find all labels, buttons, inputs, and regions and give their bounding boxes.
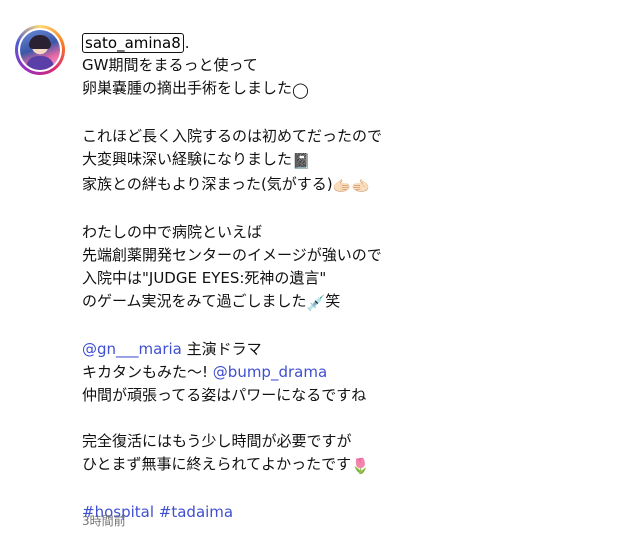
syringe-emoji: 💉 <box>306 294 326 312</box>
caption-line-text: 主演ドラマ <box>181 340 262 358</box>
circle-emoji: ◯ <box>292 81 309 99</box>
caption-line-text: 家族との絆もより深まった(気がする) <box>82 175 333 193</box>
username-row: sato_amina8. <box>82 32 602 54</box>
caption-paragraph: これほど長く入院するのは初めてだったので 大変興味深い経験になりました📓 家族と… <box>82 125 602 198</box>
hashtag-link[interactable]: #tadaima <box>159 503 233 521</box>
username-suffix: . <box>184 34 190 52</box>
tulip-emoji: 🌷 <box>351 457 370 475</box>
caption-paragraph: わたしの中で病院といえば 先端創薬開発センターのイメージが強いので 入院中は"J… <box>82 221 602 315</box>
post-caption: sato_amina8. GW期間をまるっと使って 卵巣嚢腫の摘出手術をしました… <box>0 0 621 540</box>
caption-line: 大変興味深い経験になりました📓 <box>82 148 602 173</box>
username-link[interactable]: sato_amina8 <box>82 33 184 53</box>
caption-line: #hospital #tadaima <box>82 501 602 524</box>
caption-line: ひとまず無事に終えられてよかったです🌷 <box>82 453 602 478</box>
caption-line-text: 卵巣嚢腫の摘出手術をしました <box>82 79 293 97</box>
mention-link[interactable]: @gn___maria <box>82 340 182 358</box>
caption-line: 家族との絆もより深まった(気がする)🫱🏻‍🫲🏻 <box>82 173 602 198</box>
caption-line: キカタンもみた〜! @bump_drama <box>82 361 602 384</box>
caption-line: わたしの中で病院といえば <box>82 223 263 241</box>
caption-line: 入院中は"JUDGE EYES:死神の遺言" <box>82 269 327 287</box>
post-timestamp: 3時間前 <box>82 514 126 528</box>
hashtag-row: #hospital #tadaima <box>82 501 602 524</box>
caption-line: 完全復活にはもう少し時間が必要ですが <box>82 432 352 450</box>
caption-line: @gn___maria 主演ドラマ <box>82 338 602 361</box>
avatar-image <box>20 30 60 70</box>
caption-paragraph: GW期間をまるっと使って 卵巣嚢腫の摘出手術をしました◯ <box>82 54 602 102</box>
caption-paragraph: 完全復活にはもう少し時間が必要ですが ひとまず無事に終えられてよかったです🌷 <box>82 430 602 478</box>
handshake-emoji: 🫱🏻‍🫲🏻 <box>332 177 371 195</box>
caption-line-text: 大変興味深い経験になりました <box>82 150 293 168</box>
caption-line: 卵巣嚢腫の摘出手術をしました◯ <box>82 77 602 102</box>
caption-line-text: ひとまず無事に終えられてよかったです <box>82 455 352 473</box>
caption-paragraph: @gn___maria 主演ドラマ キカタンもみた〜! @bump_drama … <box>82 338 602 407</box>
caption-text: GW期間をまるっと使って 卵巣嚢腫の摘出手術をしました◯ これほど長く入院するの… <box>82 54 602 524</box>
caption-line-text: のゲーム実況をみて過ごしました <box>82 292 307 310</box>
avatar[interactable] <box>15 25 65 75</box>
avatar-gap <box>18 28 62 72</box>
caption-content: sato_amina8. GW期間をまるっと使って 卵巣嚢腫の摘出手術をしました… <box>82 32 602 547</box>
caption-line-text: キカタンもみた〜! <box>82 363 213 381</box>
caption-line: これほど長く入院するのは初めてだったので <box>82 127 383 145</box>
caption-line-text: 笑 <box>325 292 341 310</box>
caption-line: 先端創薬開発センターのイメージが強いので <box>82 246 382 264</box>
caption-line: 仲間が頑張ってる姿はパワーになるですね <box>82 386 367 404</box>
notebook-emoji: 📓 <box>292 152 311 170</box>
mention-link[interactable]: @bump_drama <box>213 363 327 381</box>
caption-line: GW期間をまるっと使って <box>82 56 258 74</box>
caption-line: のゲーム実況をみて過ごしました💉笑 <box>82 290 602 315</box>
